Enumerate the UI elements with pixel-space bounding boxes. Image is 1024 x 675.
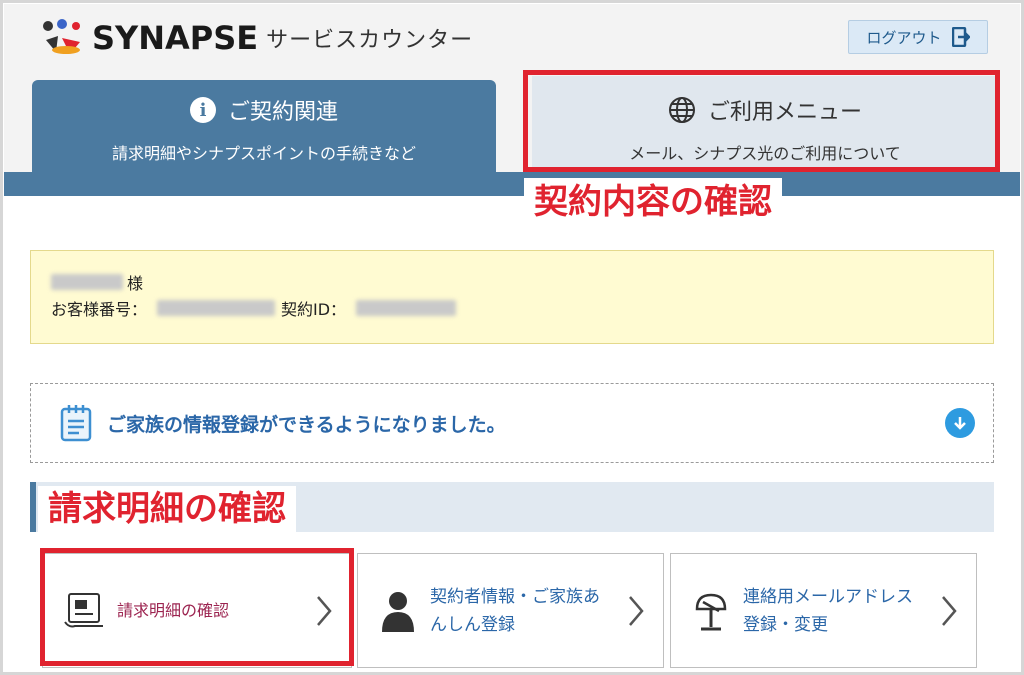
logout-label: ログアウト: [866, 28, 942, 47]
chevron-right-icon: [629, 596, 644, 626]
person-icon: [382, 591, 414, 632]
chevron-right-icon: [317, 596, 332, 626]
contractor-info-label-line1: 契約者情報・ご家族あ: [430, 586, 600, 607]
tab-contract-subtitle: 請求明細やシナプスポイントの手続きなど: [111, 144, 416, 163]
document-icon: [64, 592, 103, 627]
info-icon: i: [189, 97, 216, 123]
logout-button[interactable]: ログアウト: [848, 20, 988, 54]
logo[interactable]: SYNAPSE サービスカウンター: [40, 18, 473, 58]
tab-contract-title: ご契約関連: [227, 100, 338, 125]
synapse-logo-icon: [43, 19, 80, 54]
customer-name-redacted: [51, 274, 123, 290]
contact-email-label-line2: 登録・変更: [743, 614, 828, 635]
billing-details-card[interactable]: 請求明細の確認: [42, 553, 352, 668]
contact-email-card[interactable]: 連絡用メールアドレス 登録・変更: [670, 553, 977, 668]
family-registration-notice[interactable]: ご家族の情報登録ができるようになりました。: [30, 383, 994, 463]
mailbox-icon: [695, 593, 727, 630]
logout-icon: [951, 27, 970, 47]
customer-number-label: お客様番号：: [51, 300, 148, 319]
billing-details-label: 請求明細の確認: [117, 600, 230, 620]
customer-number-redacted: [157, 300, 276, 316]
customer-info-box: 様 お客様番号： 契約ID：: [30, 250, 994, 344]
honorific: 様: [127, 274, 144, 293]
expand-down-icon[interactable]: [945, 408, 975, 438]
notepad-icon: [60, 405, 92, 442]
brand-name: SYNAPSE: [92, 19, 259, 57]
notice-text: ご家族の情報登録ができるようになりました。: [107, 413, 506, 436]
service-name: サービスカウンター: [266, 28, 474, 53]
contract-id-label: 契約ID：: [281, 300, 347, 319]
tab-usage-subtitle: メール、シナプス光のご利用について: [629, 144, 901, 163]
annotation-label-billing: 請求明細の確認: [38, 486, 296, 532]
tab-usage-menu[interactable]: ご利用メニュー メール、シナプス光のご利用について: [532, 76, 998, 172]
header: SYNAPSE サービスカウンター ログアウト i ご契約関連 請求明細やシナプ…: [4, 4, 1020, 196]
arrow-down-icon: [954, 417, 966, 430]
contractor-info-card[interactable]: 契約者情報・ご家族あ んしん登録: [357, 553, 664, 668]
contractor-info-label-line2: んしん登録: [430, 614, 515, 635]
tab-contract[interactable]: i ご契約関連 請求明細やシナプスポイントの手続きなど: [32, 80, 496, 196]
annotation-label-contract: 契約内容の確認: [524, 178, 782, 226]
contract-id-redacted: [356, 300, 457, 316]
tab-usage-title: ご利用メニュー: [707, 100, 862, 125]
contact-email-label-line1: 連絡用メールアドレス: [743, 586, 913, 607]
globe-icon: [668, 97, 695, 123]
chevron-right-icon: [942, 596, 957, 626]
